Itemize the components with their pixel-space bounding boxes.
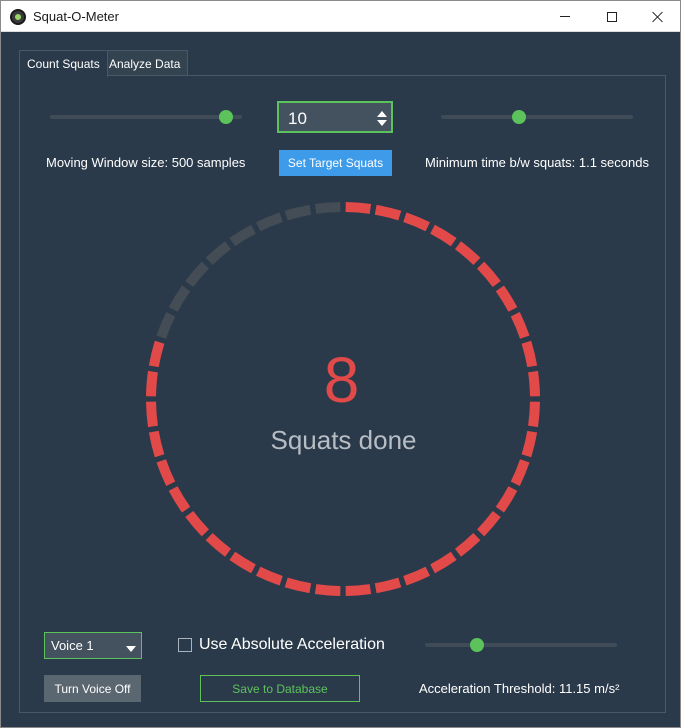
ring-segment [185, 510, 209, 537]
target-squats-value: 10 [288, 109, 307, 128]
min-time-slider[interactable] [441, 107, 633, 127]
ring-segment [256, 566, 283, 586]
ring-segment [205, 533, 232, 557]
slider-handle[interactable] [469, 638, 484, 652]
ring-segment [454, 241, 481, 265]
moving-window-label: Moving Window size: 500 samples [46, 155, 246, 170]
voice-select-value: Voice 1 [51, 638, 94, 653]
acceleration-threshold-slider[interactable] [425, 635, 617, 655]
spin-down-icon[interactable] [377, 120, 387, 126]
ring-segment [510, 459, 530, 486]
ring-segment [495, 285, 518, 312]
window-title: Squat-O-Meter [33, 9, 119, 24]
ring-segment [510, 312, 530, 339]
absolute-acceleration-checkbox[interactable] [178, 638, 192, 652]
ring-segment [185, 261, 209, 288]
ring-segment [229, 224, 256, 247]
close-button[interactable] [635, 1, 681, 32]
app-window: Squat-O-Meter Count Squats Analyze Data … [0, 0, 681, 728]
ring-segment [430, 551, 457, 574]
close-icon [652, 11, 664, 23]
ring-segment [314, 584, 341, 596]
maximize-button[interactable] [589, 1, 635, 32]
save-to-database-button[interactable]: Save to Database [200, 675, 360, 702]
acceleration-threshold-label: Acceleration Threshold: 11.15 m/s² [419, 681, 620, 696]
slider-track [441, 115, 633, 119]
slider-track [50, 115, 242, 119]
ring-segment [256, 212, 283, 232]
target-squats-spinbox[interactable]: 10 [277, 101, 393, 133]
minimize-button[interactable] [542, 1, 588, 32]
slider-handle[interactable] [219, 110, 234, 124]
ring-segment [156, 459, 176, 486]
ring-segment [168, 285, 191, 312]
set-target-squats-button[interactable]: Set Target Squats [279, 150, 392, 176]
ring-segment [477, 510, 501, 537]
ring-segment [374, 204, 402, 221]
tab-count-squats[interactable]: Count Squats [19, 50, 108, 77]
ring-segment [205, 241, 232, 265]
app-logo-icon [10, 9, 26, 25]
chevron-down-icon [126, 646, 136, 652]
voice-select[interactable]: Voice 1 [44, 632, 142, 659]
moving-window-slider[interactable] [50, 107, 242, 127]
ring-segment [168, 486, 191, 513]
squat-count: 8 [323, 344, 360, 416]
ring-segment [284, 204, 312, 221]
min-time-label: Minimum time b/w squats: 1.1 seconds [425, 155, 649, 170]
ring-segment [345, 584, 372, 596]
ring-segment [374, 577, 402, 594]
tab-analyze-data[interactable]: Analyze Data [101, 50, 189, 76]
turn-voice-off-button[interactable]: Turn Voice Off [44, 675, 141, 702]
ring-segment [284, 577, 312, 594]
spin-up-icon[interactable] [377, 111, 387, 117]
ring-segment [314, 202, 341, 214]
minimize-icon [560, 16, 570, 17]
ring-segment [454, 533, 481, 557]
squats-done-label: Squats done [270, 425, 417, 455]
title-bar: Squat-O-Meter [1, 1, 680, 32]
ring-segment [477, 261, 501, 288]
ring-segment [495, 486, 518, 513]
ring-segment [229, 551, 256, 574]
ring-segment [430, 224, 457, 247]
ring-segment [403, 566, 430, 586]
slider-track [425, 643, 617, 647]
maximize-icon [607, 11, 617, 22]
absolute-acceleration-label[interactable]: Use Absolute Acceleration [199, 636, 385, 654]
ring-segment [156, 312, 176, 339]
slider-handle[interactable] [512, 110, 527, 124]
ring-segment [345, 202, 372, 214]
ring-segment [403, 212, 430, 232]
